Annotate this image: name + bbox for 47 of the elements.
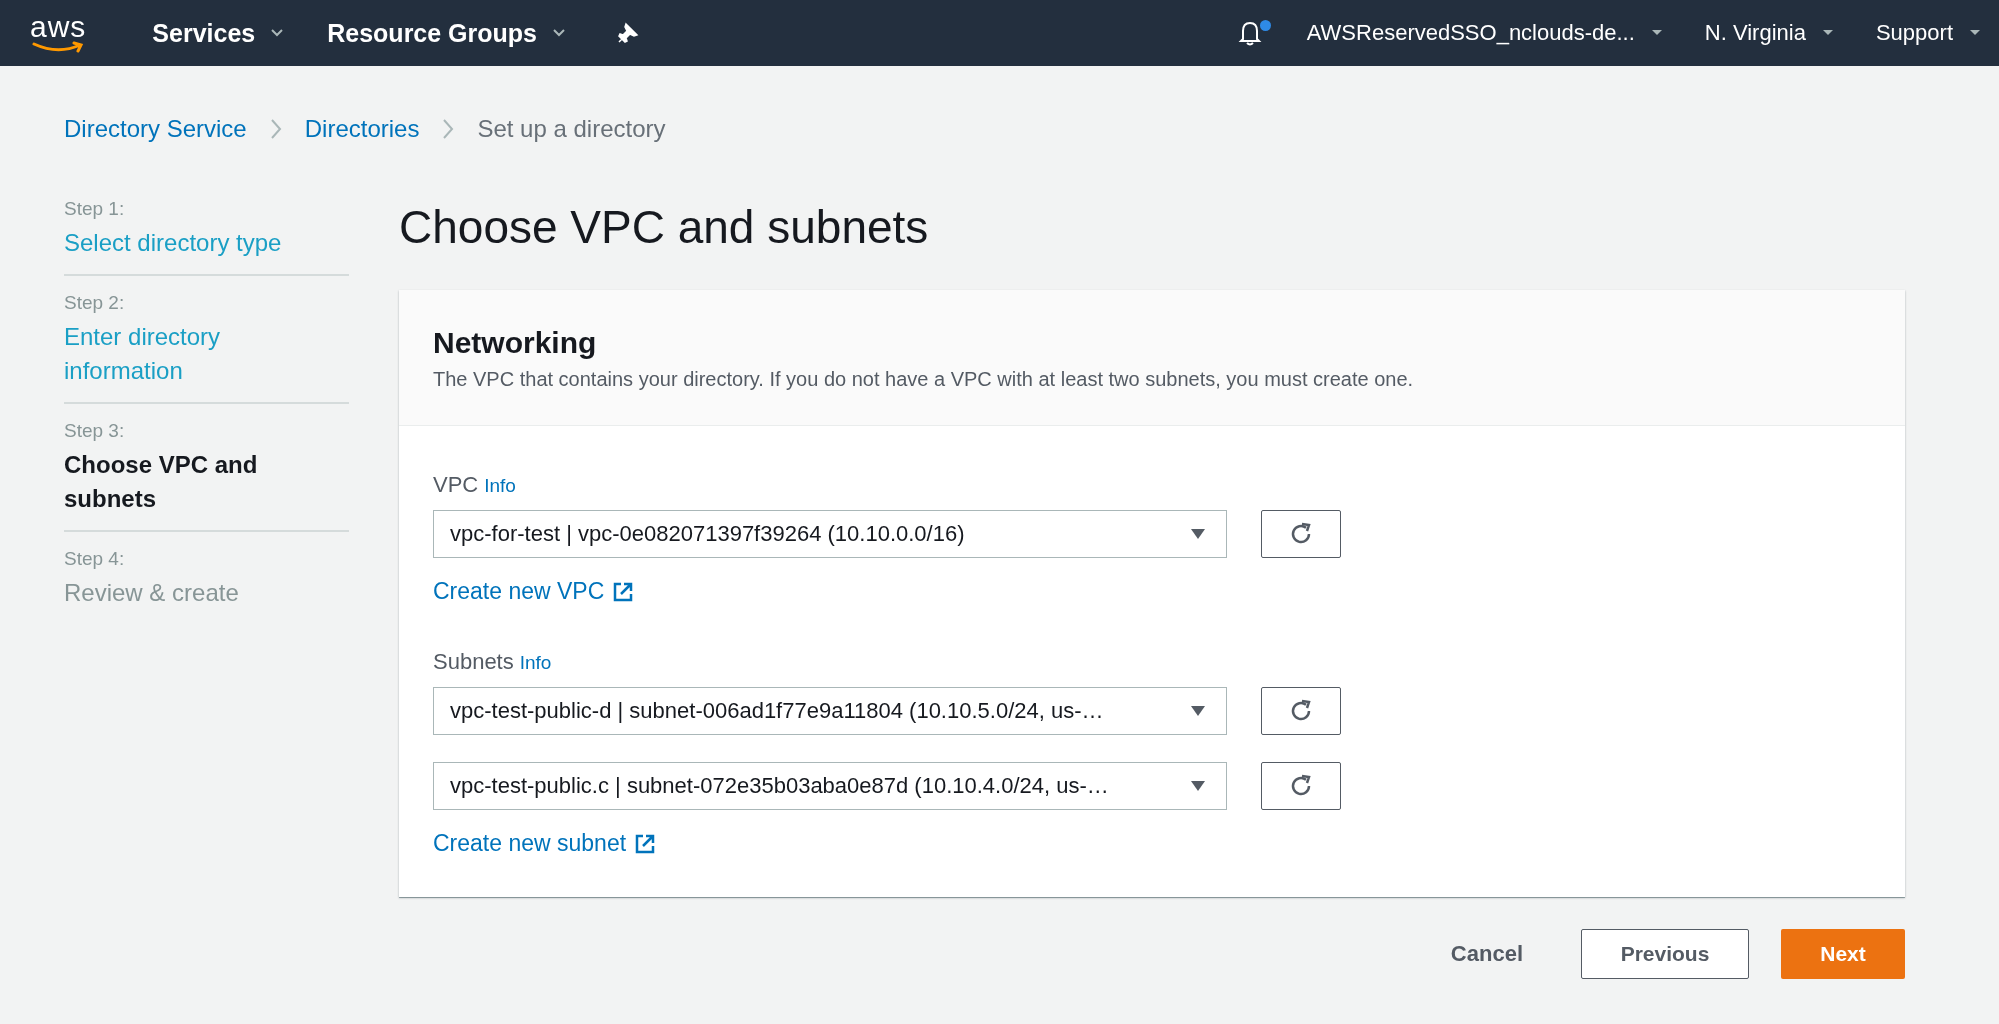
panel-description: The VPC that contains your directory. If you do not have a VPC with at least two subnets, you must create one. [433,368,1415,391]
info-link[interactable]: Info [484,475,516,497]
field-label: Subnets [433,649,514,675]
nav-menu[interactable]: Resource Groups [327,18,565,48]
step-number: Step 2: [64,292,126,314]
field-label: VPC [433,472,479,498]
logo-text: aws [30,13,87,41]
refresh-button[interactable] [1261,687,1341,735]
caret-icon [271,29,284,37]
create-link[interactable]: Create new subnet [433,830,657,857]
nav-menu[interactable]: N. Virginia [1704,20,1834,46]
cancel-button[interactable]: Cancel [1424,931,1549,977]
info-link[interactable]: Info [519,652,552,674]
step-number: Step 1: [64,198,126,220]
nav-menu[interactable]: Services [152,18,284,48]
dropdown-select[interactable]: vpc-test-public.c | subnet-072e35b03aba0e87d (10.10.4.0/24, us-… [433,762,1227,810]
external-link-icon [612,580,635,603]
dropdown-triangle-icon [1190,780,1206,792]
chevron-right-icon [268,118,283,140]
caret-icon [1969,29,1981,37]
chevron-right-icon [441,118,456,140]
page-title: Choose VPC and subnets [399,200,930,254]
step-number: Step 3: [64,420,126,442]
refresh-button[interactable] [1261,762,1341,810]
breadcrumb-current: Set up a directory [477,115,666,143]
dropdown-triangle-icon [1190,705,1206,717]
panel-title: Networking [433,326,598,360]
previous-button[interactable]: Previous [1581,929,1749,979]
dropdown-triangle-icon [1190,528,1206,540]
aws-logo[interactable]: aws [30,13,87,53]
caret-icon [553,29,565,37]
step-title: Choose VPC and subnets [64,450,259,514]
nav-menu[interactable]: AWSReservedSSO_nclouds-de... [1306,20,1663,46]
pushpin-icon[interactable] [617,22,639,44]
breadcrumb-link[interactable]: Directories [304,115,420,143]
dropdown-select[interactable]: vpc-test-public-d | subnet-006ad1f77e9a11804 (10.10.5.0/24, us-… [433,687,1227,735]
breadcrumb-link[interactable]: Directory Service [64,115,247,143]
dropdown-select[interactable]: vpc-for-test | vpc-0e082071397f39264 (10.10.0.0/16) [433,510,1227,558]
step-number: Step 4: [64,548,126,570]
refresh-button[interactable] [1261,510,1341,558]
caret-icon [1821,29,1834,37]
step-title: Review & create [64,578,240,608]
external-link-icon [634,832,657,855]
nav-menu[interactable]: Support [1875,20,1981,46]
smile-arrow-icon [32,41,85,53]
create-link[interactable]: Create new VPC [433,578,635,605]
caret-icon [1650,29,1663,37]
